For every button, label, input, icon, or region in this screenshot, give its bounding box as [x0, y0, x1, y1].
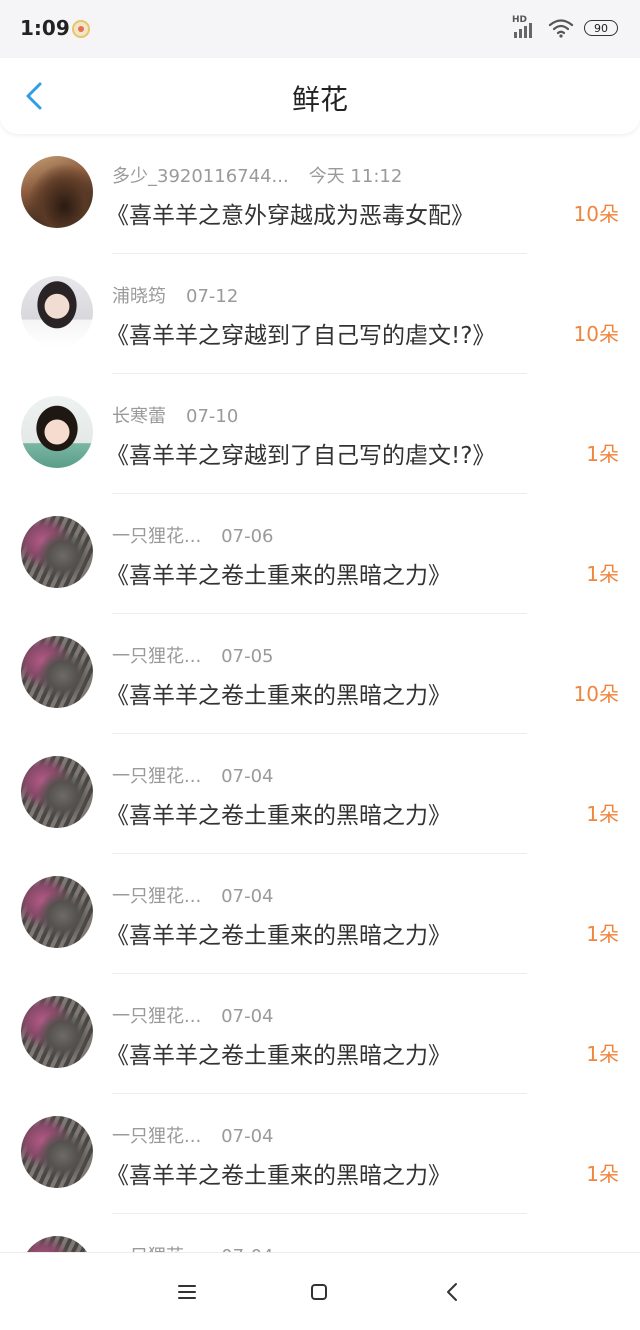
avatar[interactable] — [21, 1116, 93, 1188]
timestamp: 07-12 — [186, 286, 239, 307]
user-name[interactable]: 一只狸花... — [112, 1002, 201, 1028]
avatar[interactable] — [21, 516, 93, 588]
book-title[interactable]: 《喜羊羊之穿越到了自己写的虐文!?》 — [106, 316, 495, 350]
meta-line: 一只狸花...07-04 — [112, 1242, 273, 1252]
list-item[interactable]: 长寒蕾 07-10 《喜羊羊之穿越到了自己写的虐文!?》 1朵 — [0, 374, 640, 494]
timestamp: 07-04 — [221, 1126, 274, 1147]
meta-line: 一只狸花... 07-04 — [112, 1122, 273, 1148]
meta-line: 一只狸花... 07-06 — [112, 522, 273, 548]
avatar[interactable] — [21, 756, 93, 828]
avatar[interactable] — [21, 996, 93, 1068]
timestamp: 07-10 — [186, 406, 239, 427]
user-name[interactable]: 一只狸花... — [112, 1122, 201, 1148]
book-title[interactable]: 《喜羊羊之卷土重来的黑暗之力》 — [106, 1036, 451, 1070]
system-navigation-bar — [0, 1252, 640, 1330]
avatar[interactable] — [21, 636, 93, 708]
flowers-screen: 1:09 HD 90 鲜花 多少_3920116744... 今天 11:12 … — [0, 0, 640, 1330]
list-item[interactable]: 一只狸花...07-04 — [0, 1214, 640, 1252]
book-title[interactable]: 《喜羊羊之卷土重来的黑暗之力》 — [106, 556, 451, 590]
list-item[interactable]: 浦晓筠 07-12 《喜羊羊之穿越到了自己写的虐文!?》 10朵 — [0, 254, 640, 374]
meta-line: 多少_3920116744... 今天 11:12 — [112, 162, 402, 188]
timestamp: 07-04 — [221, 766, 274, 787]
status-indicators: HD 90 — [512, 15, 618, 40]
meta-line: 一只狸花... 07-04 — [112, 1002, 273, 1028]
home-icon[interactable] — [306, 1279, 332, 1305]
list-item[interactable]: 一只狸花... 07-06 《喜羊羊之卷土重来的黑暗之力》 1朵 — [0, 494, 640, 614]
meta-line: 一只狸花... 07-05 — [112, 642, 273, 668]
list-item[interactable]: 一只狸花... 07-04 《喜羊羊之卷土重来的黑暗之力》 1朵 — [0, 974, 640, 1094]
meta-line: 一只狸花... 07-04 — [112, 762, 273, 788]
avatar[interactable] — [21, 156, 93, 228]
book-title[interactable]: 《喜羊羊之卷土重来的黑暗之力》 — [106, 796, 451, 830]
timestamp: 今天 11:12 — [308, 166, 403, 187]
meta-line: 浦晓筠 07-12 — [112, 282, 238, 308]
avatar[interactable] — [21, 1236, 93, 1252]
user-name[interactable]: 一只狸花... — [112, 882, 201, 908]
meta-line: 一只狸花... 07-04 — [112, 882, 273, 908]
timestamp: 07-04 — [221, 1006, 274, 1027]
notification-app-icon — [72, 20, 90, 38]
list-item[interactable]: 一只狸花... 07-04 《喜羊羊之卷土重来的黑暗之力》 1朵 — [0, 734, 640, 854]
page-title: 鲜花 — [291, 83, 348, 116]
battery-indicator: 90 — [584, 20, 618, 36]
flower-count: 1朵 — [586, 562, 619, 586]
cellular-signal-icon: HD — [512, 15, 538, 38]
flower-count: 10朵 — [573, 322, 619, 346]
wifi-icon — [548, 19, 574, 38]
menu-icon[interactable] — [174, 1279, 200, 1305]
book-title[interactable]: 《喜羊羊之卷土重来的黑暗之力》 — [106, 676, 451, 710]
avatar[interactable] — [21, 396, 93, 468]
status-time: 1:09 — [20, 16, 70, 40]
flower-record-list[interactable]: 多少_3920116744... 今天 11:12 《喜羊羊之意外穿越成为恶毒女配… — [0, 134, 640, 1252]
list-item[interactable]: 一只狸花... 07-04 《喜羊羊之卷土重来的黑暗之力》 1朵 — [0, 854, 640, 974]
avatar[interactable] — [21, 276, 93, 348]
flower-count: 10朵 — [573, 202, 619, 226]
flower-count: 1朵 — [586, 1042, 619, 1066]
timestamp: 07-06 — [221, 526, 274, 547]
flower-count: 10朵 — [573, 682, 619, 706]
flower-count: 1朵 — [586, 1162, 619, 1186]
status-bar: 1:09 HD 90 — [0, 0, 640, 58]
user-name[interactable]: 多少_3920116744... — [112, 162, 289, 188]
book-title[interactable]: 《喜羊羊之卷土重来的黑暗之力》 — [106, 916, 451, 950]
avatar[interactable] — [21, 876, 93, 948]
timestamp: 07-04 — [221, 886, 274, 907]
timestamp: 07-05 — [221, 646, 274, 667]
flower-count: 1朵 — [586, 922, 619, 946]
user-name[interactable]: 长寒蕾 — [112, 402, 166, 428]
list-item[interactable]: 一只狸花... 07-04 《喜羊羊之卷土重来的黑暗之力》 1朵 — [0, 1094, 640, 1214]
user-name[interactable]: 浦晓筠 — [112, 282, 166, 308]
system-back-icon[interactable] — [440, 1279, 466, 1305]
nav-bar: 鲜花 — [0, 58, 640, 134]
book-title[interactable]: 《喜羊羊之卷土重来的黑暗之力》 — [106, 1156, 451, 1190]
book-title[interactable]: 《喜羊羊之意外穿越成为恶毒女配》 — [106, 196, 474, 230]
book-title[interactable]: 《喜羊羊之穿越到了自己写的虐文!?》 — [106, 436, 495, 470]
user-name[interactable]: 一只狸花... — [112, 522, 201, 548]
user-name[interactable]: 一只狸花... — [112, 762, 201, 788]
flower-count: 1朵 — [586, 442, 619, 466]
user-name[interactable]: 一只狸花... — [112, 642, 201, 668]
meta-line: 长寒蕾 07-10 — [112, 402, 238, 428]
flower-count: 1朵 — [586, 802, 619, 826]
user-name[interactable]: 一只狸花... — [112, 1242, 201, 1252]
list-item[interactable]: 一只狸花... 07-05 《喜羊羊之卷土重来的黑暗之力》 10朵 — [0, 614, 640, 734]
list-item[interactable]: 多少_3920116744... 今天 11:12 《喜羊羊之意外穿越成为恶毒女配… — [0, 134, 640, 254]
